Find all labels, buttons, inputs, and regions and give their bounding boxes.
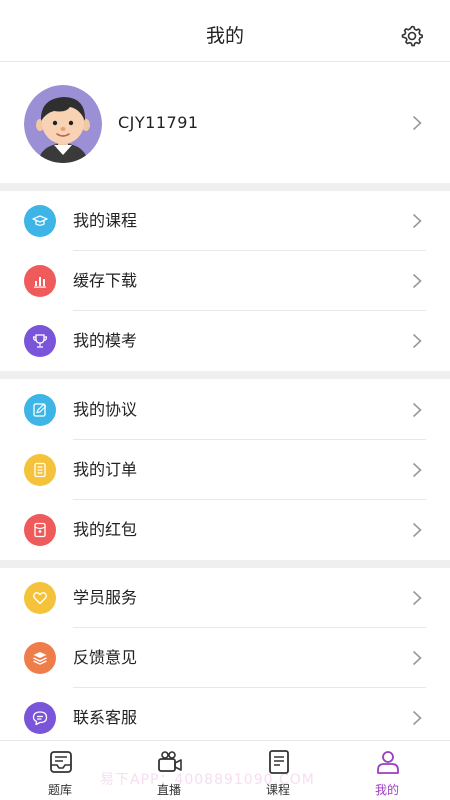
- chevron-right-icon: [412, 710, 422, 726]
- chevron-right-icon: [412, 590, 422, 606]
- menu-item-my-courses[interactable]: 我的课程: [0, 191, 450, 251]
- section-divider: [0, 371, 450, 379]
- chevron-right-icon: [412, 402, 422, 418]
- menu-item-label: 我的课程: [73, 211, 138, 230]
- chevron-right-icon: [412, 213, 422, 229]
- menu-item-label: 联系客服: [73, 708, 138, 727]
- profile-card[interactable]: CJY11791: [0, 63, 450, 183]
- menu-item-contact-service[interactable]: 联系客服: [0, 688, 450, 748]
- watermark: 易下APP：4008891090.COM: [100, 772, 315, 788]
- question-bank-icon: [50, 751, 72, 773]
- gear-icon[interactable]: [400, 24, 424, 48]
- menu-item-label: 我的订单: [73, 460, 138, 479]
- chevron-right-icon: [412, 115, 422, 131]
- menu-item-my-agreement[interactable]: 我的协议: [0, 380, 450, 440]
- user-icon: [377, 751, 399, 774]
- menu-item-cache-download[interactable]: 缓存下载: [0, 251, 450, 311]
- order-list-icon: [24, 454, 56, 486]
- trophy-icon: [24, 325, 56, 357]
- page-title: 我的: [205, 25, 244, 47]
- red-envelope-icon: [24, 514, 56, 546]
- username: CJY11791: [118, 113, 199, 132]
- stack-icon: [24, 642, 56, 674]
- menu-item-feedback[interactable]: 反馈意见: [0, 628, 450, 688]
- bar-chart-icon: [24, 265, 56, 297]
- section-divider: [0, 560, 450, 568]
- menu-item-label: 我的协议: [73, 400, 138, 419]
- graduation-cap-icon: [24, 205, 56, 237]
- heart-icon: [24, 582, 56, 614]
- menu-item-label: 缓存下载: [73, 271, 138, 290]
- chevron-right-icon: [412, 333, 422, 349]
- header-bar: 我的: [0, 0, 450, 62]
- menu-item-label: 学员服务: [73, 588, 138, 607]
- menu-item-my-orders[interactable]: 我的订单: [0, 440, 450, 500]
- menu-item-label: 反馈意见: [73, 648, 138, 667]
- chevron-right-icon: [412, 522, 422, 538]
- menu-item-student-service[interactable]: 学员服务: [0, 568, 450, 628]
- avatar[interactable]: [24, 85, 102, 163]
- chevron-right-icon: [412, 273, 422, 289]
- tab-mine[interactable]: 我的: [331, 741, 443, 800]
- menu-item-label: 我的模考: [73, 331, 138, 350]
- tab-label: 我的: [374, 783, 399, 797]
- chevron-right-icon: [412, 462, 422, 478]
- edit-document-icon: [24, 394, 56, 426]
- bottom-tab-bar: 题库 直播 课程 我的 易下APP：4008891090.COM: [0, 740, 450, 800]
- menu-item-my-red-envelope[interactable]: 我的红包: [0, 500, 450, 560]
- chat-bubble-icon: [24, 702, 56, 734]
- menu-item-my-mock-exam[interactable]: 我的模考: [0, 311, 450, 371]
- chevron-right-icon: [412, 650, 422, 666]
- section-divider: [0, 183, 450, 191]
- menu-item-label: 我的红包: [73, 520, 138, 539]
